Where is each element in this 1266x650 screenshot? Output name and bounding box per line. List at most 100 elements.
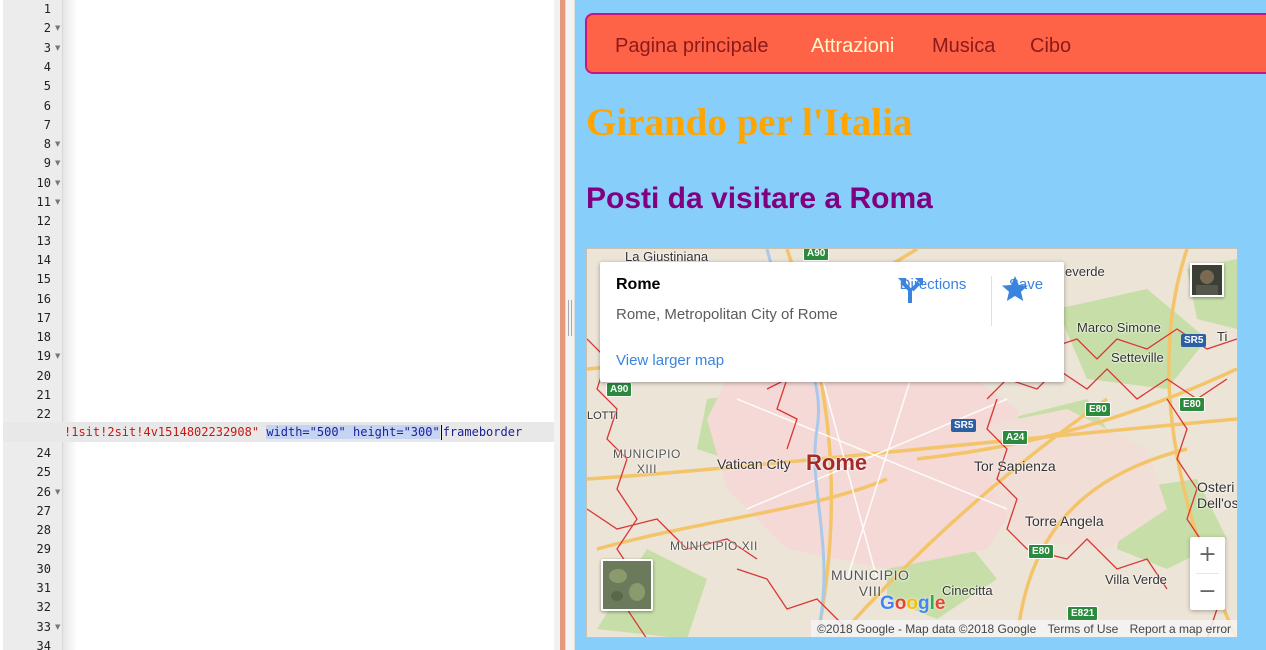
code-string-token: !1sit!2sit!4v1514802232908" [64, 425, 260, 439]
line-number: 20 [36, 368, 51, 383]
fold-arrow-icon[interactable]: ▼ [55, 347, 63, 366]
map-label-lotti: LOTTI [587, 410, 619, 422]
place-name: Rome [616, 276, 661, 293]
user-avatar[interactable] [1190, 263, 1224, 297]
text-cursor [440, 425, 442, 440]
road-shield-sr5-center: SR5 [951, 419, 977, 432]
map-copyright: ©2018 Google - Map data ©2018 Google [817, 622, 1037, 636]
line-number: 31 [36, 581, 51, 595]
road-shield-e80-b: E80 [1179, 397, 1205, 412]
place-info-card: Rome Rome, Metropolitan City of Rome Vie… [600, 262, 1064, 382]
map-label-vatican-city: Vatican City [717, 456, 791, 472]
fold-arrow-icon[interactable]: ▼ [55, 135, 63, 154]
nav-link-home[interactable]: Pagina principale [615, 35, 768, 58]
fold-arrow-icon[interactable]: ▼ [55, 483, 63, 502]
map-label-villa-verde: Villa Verde [1105, 572, 1167, 587]
nav-link-musica[interactable]: Musica [932, 35, 995, 58]
line-number: 8 [43, 137, 51, 152]
line-number: 15 [36, 272, 51, 287]
line-number: 33 [36, 619, 51, 634]
line-number: 2 [43, 21, 51, 36]
fold-arrow-icon[interactable]: ▼ [55, 19, 63, 38]
line-number: 3 [43, 40, 51, 55]
google-logo: Google [880, 593, 946, 614]
line-number: 30 [36, 561, 51, 576]
map-label-osteria: Osteri Dell'os [1197, 479, 1238, 511]
line-number: 32 [36, 600, 51, 615]
fold-arrow-icon[interactable]: ▼ [55, 174, 63, 193]
terms-of-use-link[interactable]: Terms of Use [1048, 622, 1119, 636]
line-number: 29 [36, 542, 51, 557]
line-number: 5 [43, 79, 51, 94]
nav-link-attrazioni[interactable]: Attrazioni [811, 35, 894, 58]
line-number: 14 [36, 252, 51, 267]
star-icon [1002, 276, 1028, 301]
nav-link-cibo[interactable]: Cibo [1030, 35, 1071, 58]
fold-arrow-icon[interactable]: ▼ [55, 39, 63, 58]
line-number: 21 [36, 388, 51, 402]
road-shield-e80-c: E80 [1028, 544, 1054, 559]
view-larger-map-link[interactable]: View larger map [616, 352, 724, 369]
line-number: 19 [36, 349, 51, 364]
line-number: 26 [36, 484, 51, 499]
code-line-23[interactable]: !1sit!2sit!4v1514802232908" width="500" … [64, 422, 522, 442]
avatar-photo-icon [1196, 270, 1218, 295]
gutter-shadow [63, 0, 77, 650]
road-shield-e821: E821 [1067, 606, 1099, 621]
line-number: 24 [36, 445, 51, 460]
line-number: 25 [36, 465, 51, 480]
code-editor[interactable]: 1 2 ▼ 3 ▼ 4 5 6 7 8 ▼ 9 ▼ 10 ▼ 11 ▼ 12 13 14 15 16 17 18 19 ▼ 20 21… [0, 0, 565, 650]
directions-button[interactable]: Directions [897, 274, 969, 303]
code-selection: width="500" height="300" [266, 425, 440, 439]
map-label-municipio-xii: MUNICIPIO XII [670, 539, 758, 553]
road-shield-a24: A24 [1002, 430, 1029, 445]
map-attribution-bar: ©2018 Google - Map data ©2018 Google Ter… [811, 620, 1237, 637]
map-label-torre-angela: Torre Angela [1025, 513, 1104, 529]
road-shield-a90-left: A90 [606, 382, 633, 397]
line-number: 27 [36, 503, 51, 518]
line-number: 1 [43, 2, 51, 16]
map-label-tor-sapienza: Tor Sapienza [974, 458, 1056, 474]
embedded-google-map[interactable]: La Giustiniana everde Marco Simone Sette… [586, 248, 1238, 638]
road-shield-e80-a: E80 [1085, 402, 1111, 417]
live-preview-pane: Pagina principale Attrazioni Musica Cibo… [575, 0, 1266, 650]
line-number: 13 [36, 233, 51, 248]
site-title: Girando per l'Italia [586, 101, 913, 144]
line-number: 10 [36, 175, 51, 190]
report-map-error-link[interactable]: Report a map error [1130, 622, 1231, 636]
line-number: 28 [36, 523, 51, 538]
line-number: 18 [36, 330, 51, 345]
line-number: 34 [36, 638, 51, 650]
place-address: Rome, Metropolitan City of Rome [616, 306, 838, 323]
line-number-gutter: 1 2 ▼ 3 ▼ 4 5 6 7 8 ▼ 9 ▼ 10 ▼ 11 ▼ 12 13 14 15 16 17 18 19 ▼ 20 21… [3, 0, 63, 650]
zoom-in-button[interactable]: + [1190, 537, 1225, 573]
save-button[interactable]: Save [1000, 274, 1052, 301]
line-number: 4 [43, 59, 51, 74]
fold-arrow-icon[interactable]: ▼ [55, 193, 63, 212]
map-label-marco-simone: Marco Simone [1077, 320, 1161, 335]
line-number: 17 [36, 310, 51, 325]
line-number: 7 [43, 117, 51, 132]
resize-grip-icon [568, 300, 572, 336]
fold-arrow-icon[interactable]: ▼ [55, 618, 63, 637]
fold-arrow-icon[interactable]: ▼ [55, 154, 63, 173]
map-label-verde: everde [1065, 264, 1105, 279]
zoom-controls: + − [1190, 537, 1225, 610]
card-divider [991, 276, 992, 326]
directions-icon [898, 278, 923, 303]
road-shield-sr5-right: SR5 [1181, 334, 1207, 347]
zoom-out-button[interactable]: − [1190, 574, 1225, 610]
line-number: 11 [36, 195, 51, 209]
top-navigation-bar: Pagina principale Attrazioni Musica Cibo [585, 13, 1266, 74]
satellite-view-toggle[interactable] [601, 559, 653, 611]
map-label-rome: Rome [806, 450, 868, 475]
line-number: 16 [36, 291, 51, 306]
map-label-municipio-xiii: MUNICIPIO XIII [613, 447, 681, 476]
section-title: Posti da visitare a Roma [586, 182, 933, 215]
line-number: 6 [43, 98, 51, 113]
map-label-setteville: Setteville [1111, 350, 1164, 365]
map-label-ti: Ti [1217, 329, 1228, 344]
line-number: 12 [36, 214, 51, 229]
code-attribute-token: frameborder [442, 425, 523, 439]
line-number: 9 [43, 156, 51, 171]
